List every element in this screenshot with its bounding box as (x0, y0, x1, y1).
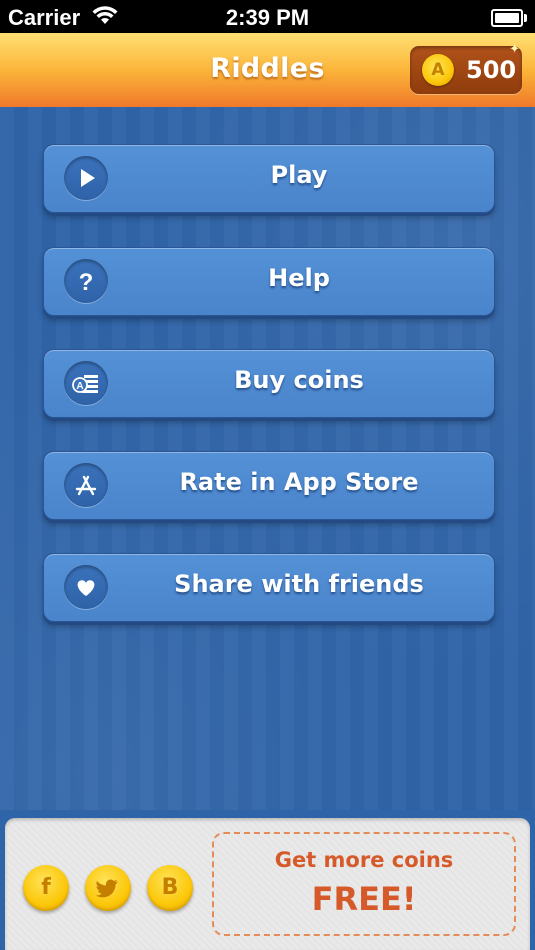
header: Riddles A 500 ✦ (0, 33, 535, 107)
facebook-button[interactable]: f (23, 865, 69, 911)
main-menu: Play ? Help A Buy coins Rate in App Stor… (0, 107, 535, 810)
get-free-coins-button[interactable]: Get more coins FREE! (212, 832, 516, 936)
play-icon (64, 156, 108, 200)
help-label: Help (268, 264, 330, 292)
play-label: Play (270, 161, 328, 189)
play-button[interactable]: Play (43, 144, 495, 213)
coin-balance[interactable]: A 500 ✦ (410, 42, 522, 94)
twitter-button[interactable] (85, 865, 131, 911)
b-button[interactable]: B (147, 865, 193, 911)
help-button[interactable]: ? Help (43, 247, 495, 316)
facebook-icon: f (41, 875, 51, 900)
promo-line1: Get more coins (274, 848, 454, 872)
svg-text:A: A (76, 381, 83, 392)
sparkle-icon: ✦ (509, 42, 520, 57)
battery-icon (491, 9, 527, 27)
buy-coins-label: Buy coins (234, 366, 364, 394)
app-store-icon (64, 463, 108, 507)
bottom-panel: f B Get more coins FREE! (0, 810, 535, 950)
promo-line2: FREE! (311, 880, 417, 918)
bottom-panel-inner: f B Get more coins FREE! (5, 818, 530, 950)
coin-count: 500 (466, 56, 517, 84)
share-friends-label: Share with friends (174, 570, 424, 598)
status-time: 2:39 PM (225, 5, 310, 30)
buy-coins-icon: A (64, 361, 108, 405)
status-bar: Carrier 2:39 PM (0, 0, 535, 33)
share-friends-button[interactable]: Share with friends (43, 553, 495, 622)
svg-text:?: ? (79, 269, 94, 296)
heart-icon (64, 565, 108, 609)
b-icon: B (161, 875, 179, 900)
coin-icon: A (422, 54, 454, 86)
rate-app-store-button[interactable]: Rate in App Store (43, 451, 495, 520)
buy-coins-button[interactable]: A Buy coins (43, 349, 495, 418)
rate-app-store-label: Rate in App Store (179, 468, 419, 496)
question-icon: ? (64, 259, 108, 303)
